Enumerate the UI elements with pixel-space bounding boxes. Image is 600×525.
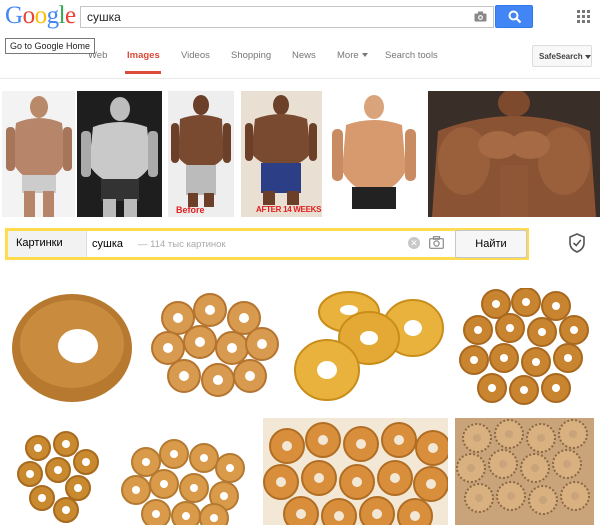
yandex-query[interactable]: сушка [92, 238, 123, 250]
logo-letter: o [34, 2, 48, 29]
search-icon [508, 10, 522, 24]
bagel-pile-icon [263, 418, 448, 525]
bagel-pile-icon [151, 293, 279, 397]
man-figure-icon [241, 91, 322, 217]
result-image-muscular-man-3[interactable] [328, 91, 420, 217]
google-header: Google Web Images Videos Shopping News M… [0, 0, 600, 80]
tab-shopping[interactable]: Shopping [231, 50, 271, 61]
result-image-bagel-pile-5[interactable] [263, 418, 448, 525]
man-figure-icon [428, 91, 600, 217]
google-search-button[interactable] [495, 5, 533, 28]
tab-images[interactable]: Images [127, 50, 160, 61]
result-image-bagel-pile-3[interactable] [8, 418, 107, 525]
apps-grid-icon[interactable] [577, 10, 591, 24]
logo-letter: G [5, 2, 23, 29]
bagel-pile-icon [17, 431, 99, 523]
camera-icon[interactable] [474, 11, 487, 22]
bagel-pile-icon [455, 418, 594, 525]
result-image-bagel-pile-4[interactable] [116, 418, 254, 525]
logo-letter: g [46, 2, 60, 29]
safesearch-button[interactable]: SafeSearch [532, 45, 592, 67]
man-figure-icon [81, 97, 158, 217]
tab-news[interactable]: News [292, 50, 316, 61]
google-logo[interactable]: Google [5, 2, 76, 30]
tab-search-tools[interactable]: Search tools [385, 50, 438, 61]
after-caption: AFTER 14 WEEKS [256, 205, 322, 214]
result-image-after[interactable] [241, 91, 322, 217]
tab-more[interactable]: More [337, 50, 368, 61]
shield-icon[interactable] [568, 233, 586, 253]
yandex-search-bar: Картинки сушка — 114 тыс картинок ✕ Найт… [0, 226, 600, 262]
logo-letter: e [65, 2, 76, 29]
before-caption: Before [176, 205, 205, 215]
man-figure-icon [6, 96, 72, 217]
yandex-tab-images[interactable]: Картинки [8, 231, 87, 257]
header-divider [0, 78, 600, 79]
tab-videos[interactable]: Videos [181, 50, 210, 61]
camera-icon[interactable] [429, 236, 444, 249]
result-image-single-bagel[interactable] [6, 288, 139, 408]
result-image-before[interactable] [168, 91, 234, 217]
logo-letter: o [22, 2, 36, 29]
chevron-down-icon [361, 53, 368, 58]
home-tooltip: Go to Google Home [5, 38, 96, 54]
bagel-pile-icon [459, 288, 589, 405]
yandex-search-box[interactable]: Картинки сушка — 114 тыс картинок ✕ Найт… [5, 228, 529, 260]
man-figure-icon [332, 95, 416, 209]
result-image-muscular-man-2[interactable] [77, 91, 162, 217]
result-image-bagel-pile-1[interactable] [148, 288, 281, 408]
google-search-box[interactable] [80, 6, 494, 28]
image-results-strip: Before AFTER 14 WEEKS [0, 91, 600, 219]
tab-more-label: More [337, 50, 359, 61]
result-image-poppy-bagels[interactable] [455, 418, 594, 525]
result-image-bodybuilder[interactable] [428, 91, 600, 217]
bagel-icon [12, 294, 132, 402]
safesearch-label: SafeSearch [539, 52, 583, 61]
yandex-result-count: — 114 тыс картинок [138, 239, 226, 250]
clear-icon[interactable]: ✕ [408, 237, 420, 249]
active-tab-indicator [125, 71, 161, 74]
google-search-input[interactable] [81, 7, 466, 27]
yandex-search-button[interactable]: Найти [455, 230, 527, 258]
result-image-bagel-pile-2[interactable] [456, 288, 593, 408]
chevron-down-icon [584, 54, 591, 59]
man-figure-icon [171, 95, 231, 207]
bagel-pile-icon [294, 291, 444, 401]
bagel-pile-icon [121, 439, 245, 525]
result-image-three-bagels[interactable] [289, 288, 450, 408]
result-image-muscular-man-1[interactable] [2, 91, 75, 217]
